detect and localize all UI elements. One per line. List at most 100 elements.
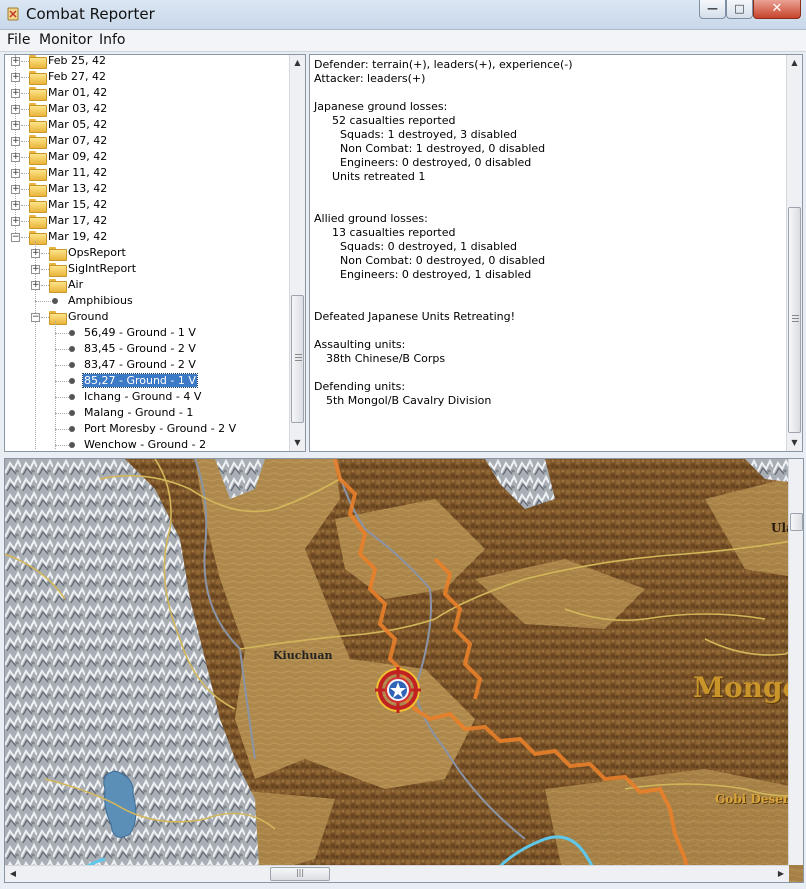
expand-icon[interactable]: + [11,105,20,114]
folder-icon [29,167,47,181]
expand-icon[interactable]: + [11,201,20,210]
scroll-down-icon[interactable]: ▼ [290,435,305,451]
tree-category-label: Air [68,278,84,291]
tree-ground-label: Malang - Ground - 1 [84,406,194,419]
app-icon [7,7,19,21]
minimize-icon: — [707,2,718,15]
folder-icon [29,71,47,85]
expand-icon[interactable]: + [11,57,20,66]
tree-date-label: Mar 19, 42 [48,230,108,243]
leaf-node-icon [69,378,75,384]
tree-date-label: Mar 05, 42 [48,118,108,131]
menu-file[interactable]: File [7,32,30,48]
maximize-icon: □ [734,2,745,15]
tree-date-label: Mar 15, 42 [48,198,108,211]
tree-ground-label: 85,27 - Ground - 1 V [82,373,198,388]
tree-date-label: Mar 07, 42 [48,134,108,147]
tree-ground-label: 83,45 - Ground - 2 V [84,342,196,355]
expand-icon[interactable]: + [11,89,20,98]
close-button[interactable]: ✕ [753,0,801,19]
collapse-icon[interactable]: − [31,313,40,322]
menu-monitor[interactable]: Monitor [39,32,92,48]
tree-ground-label: Port Moresby - Ground - 2 V [84,422,237,435]
tree-category-label: Amphibious [68,294,133,307]
report-line: Engineers: 0 destroyed, 0 disabled [340,156,532,169]
report-line: Non Combat: 1 destroyed, 0 disabled [340,142,546,155]
report-line: Squads: 0 destroyed, 1 disabled [340,240,517,253]
tree-date-label: Feb 27, 42 [48,70,106,83]
expand-icon[interactable]: + [11,153,20,162]
map-vertical-scrollbar[interactable] [788,459,803,865]
tree-date-label: Mar 11, 42 [48,166,108,179]
close-icon: ✕ [771,1,783,16]
maximize-button[interactable]: □ [726,0,753,19]
folder-icon [29,119,47,133]
folder-open-icon [49,311,67,325]
expand-icon[interactable]: + [11,217,20,226]
report-line: 52 casualties reported [332,114,456,127]
report-scroll-thumb[interactable] [788,207,801,433]
expand-icon[interactable]: + [11,73,20,82]
tree-category-label: Ground [68,310,109,323]
map-horizontal-scrollbar[interactable]: ◀ ||| ▶ [5,865,789,882]
folder-icon [49,279,67,293]
expand-icon[interactable]: + [11,185,20,194]
menu-bar: File Monitor Info [0,30,806,52]
report-line: Defending units: [314,380,406,393]
folder-icon [29,87,47,101]
folder-icon [49,247,67,261]
report-vertical-scrollbar[interactable]: ▲ ▼ [786,55,802,451]
scroll-left-icon[interactable]: ◀ [5,866,21,882]
scroll-up-icon[interactable]: ▲ [290,55,305,71]
expand-icon[interactable]: + [11,121,20,130]
report-line: Units retreated 1 [332,170,426,183]
title-bar: Combat Reporter — □ ✕ [0,0,806,30]
report-line: Engineers: 0 destroyed, 1 disabled [340,268,532,281]
map-scroll-thumb-v[interactable] [789,499,803,533]
expand-icon[interactable]: + [31,249,40,258]
expand-icon[interactable]: + [31,281,40,290]
report-line: Defender: terrain(+), leaders(+), experi… [314,58,573,71]
folder-open-icon [29,231,47,245]
leaf-node-icon [69,346,75,352]
report-tree[interactable]: + Feb 25, 42 + Feb 27, 42 + Mar 01, 42 + Mar 03… [4,54,306,452]
report-line: Attacker: leaders(+) [314,72,426,85]
leaf-node-icon [69,410,75,416]
tree-vertical-scrollbar[interactable]: ▲ ▼ [289,55,305,451]
expand-icon[interactable]: + [11,169,20,178]
window-title: Combat Reporter [26,5,155,23]
expand-icon[interactable]: + [11,137,20,146]
report-line: 13 casualties reported [332,226,456,239]
map-view[interactable]: Kiuchuan Mongo Gobi Deser Ula ◀ ||| ▶ [4,458,804,883]
report-line: 5th Mongol/B Cavalry Division [326,394,492,407]
tree-category-label: OpsReport [68,246,126,259]
leaf-node-icon [69,394,75,400]
expand-icon[interactable]: + [31,265,40,274]
report-line: Squads: 1 destroyed, 3 disabled [340,128,517,141]
tree-ground-label: Wenchow - Ground - 2 [84,438,207,451]
leaf-node-icon [52,298,58,304]
folder-icon [29,215,47,229]
menu-info[interactable]: Info [99,32,126,48]
minimize-button[interactable]: — [699,0,726,19]
map-city-label: Kiuchuan [273,649,333,662]
folder-icon [29,103,47,117]
map-region-label: Mongo [693,671,802,704]
folder-icon [29,55,47,69]
folder-icon [29,151,47,165]
scroll-up-icon[interactable]: ▲ [787,55,802,71]
collapse-icon[interactable]: − [11,233,20,242]
tree-date-label: Feb 25, 42 [48,54,106,67]
folder-icon [49,263,67,277]
tree-category-label: SigIntReport [68,262,137,275]
report-line: Defeated Japanese Units Retreating! [314,310,515,323]
tree-date-label: Mar 13, 42 [48,182,108,195]
tree-scroll-thumb[interactable] [291,295,304,423]
combat-report-text[interactable]: Defender: terrain(+), leaders(+), experi… [309,54,803,452]
scroll-down-icon[interactable]: ▼ [787,435,802,451]
report-line: Non Combat: 0 destroyed, 0 disabled [340,254,546,267]
scroll-right-icon[interactable]: ▶ [773,866,789,882]
map-scroll-thumb-h[interactable]: ||| [270,867,330,881]
combat-target-icon[interactable] [373,665,423,715]
tree-ground-label: Ichang - Ground - 4 V [84,390,202,403]
